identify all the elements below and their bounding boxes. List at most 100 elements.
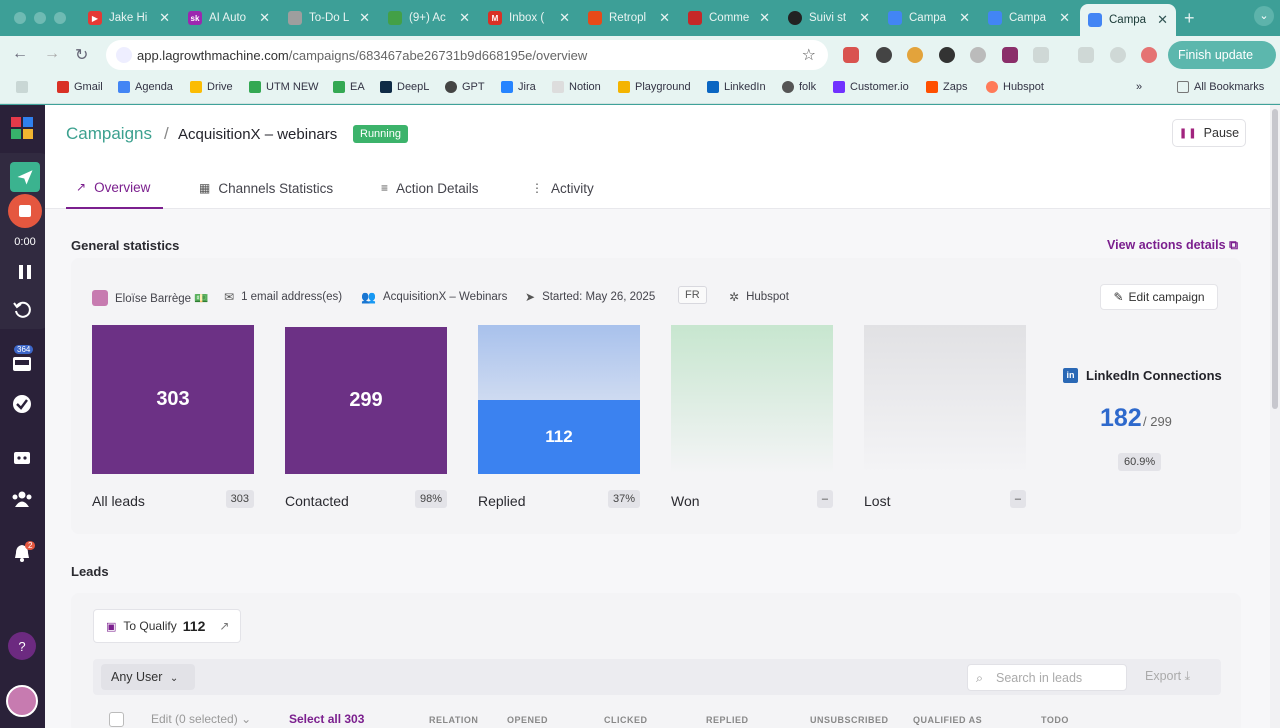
bot-icon[interactable] — [10, 445, 34, 469]
browser-tab[interactable]: To-Do L ✕ — [280, 6, 378, 30]
edit-campaign-button[interactable]: ✎ Edit campaign — [1100, 284, 1218, 310]
new-tab-icon[interactable]: + — [1184, 8, 1195, 29]
select-all-checkbox[interactable] — [109, 712, 124, 727]
stat-won[interactable]: Won – — [671, 325, 833, 509]
campaigns-send-icon[interactable] — [10, 162, 40, 192]
apps-grid-icon[interactable] — [16, 81, 33, 93]
browser-tab[interactable]: Retropl ✕ — [580, 6, 678, 30]
close-tab-icon[interactable]: ✕ — [1157, 12, 1168, 28]
bookmark-playground[interactable]: Playground — [618, 81, 691, 93]
restart-recording-icon[interactable] — [11, 298, 35, 322]
column-header-clicked[interactable]: CLICKED — [604, 715, 648, 725]
window-zoom-dot[interactable] — [54, 12, 66, 24]
tab-channels-statistics[interactable]: ▦ Channels Statistics — [199, 167, 333, 209]
search-leads-input[interactable]: ⌕ Search in leads — [967, 664, 1127, 691]
close-tab-icon[interactable]: ✕ — [959, 10, 970, 26]
browser-tab[interactable]: (9+) Ac ✕ — [380, 6, 478, 30]
edit-selected-dropdown[interactable]: Edit (0 selected) ⌄ — [151, 712, 251, 726]
breadcrumb-campaigns[interactable]: Campaigns — [66, 124, 152, 144]
stat-all-leads[interactable]: 303 All leads 303 — [92, 325, 254, 509]
user-filter-dropdown[interactable]: Any User ⌄ — [101, 664, 195, 690]
close-tab-icon[interactable]: ✕ — [459, 10, 470, 26]
browser-tab-active[interactable]: Campa ✕ — [1080, 4, 1176, 36]
extension-icon[interactable] — [939, 47, 955, 63]
browser-tab[interactable]: ▶ Jake Hi ✕ — [80, 6, 178, 30]
tasks-check-icon[interactable] — [10, 392, 34, 416]
browser-tab[interactable]: M Inbox ( ✕ — [480, 6, 578, 30]
browser-tab[interactable]: Suivi st ✕ — [780, 6, 878, 30]
campaign-owner[interactable]: Eloïse Barrège 💵 — [92, 290, 209, 306]
address-bar[interactable]: app.lagrowthmachine.com/campaigns/683467… — [106, 40, 828, 70]
stop-recording-button[interactable] — [8, 194, 42, 228]
lgm-logo-icon[interactable] — [10, 116, 34, 140]
tab-action-details[interactable]: ≡ Action Details — [381, 167, 479, 209]
bookmark-linkedin[interactable]: LinkedIn — [707, 81, 766, 93]
close-tab-icon[interactable]: ✕ — [259, 10, 270, 26]
help-button[interactable]: ? — [8, 632, 36, 660]
close-tab-icon[interactable]: ✕ — [159, 10, 170, 26]
stat-contacted[interactable]: 299 Contacted 98% — [285, 325, 447, 509]
bookmark-zaps[interactable]: Zaps — [926, 81, 967, 93]
browser-tab[interactable]: Campa ✕ — [880, 6, 978, 30]
bookmark-hubspot[interactable]: Hubspot — [986, 81, 1044, 93]
extensions-puzzle-icon[interactable] — [1033, 47, 1049, 63]
bookmark-folk[interactable]: folk — [782, 81, 816, 93]
to-qualify-filter[interactable]: ▣ To Qualify 112 ↗ — [93, 609, 241, 643]
finish-update-button[interactable]: Finish update — [1168, 41, 1276, 69]
bookmark-agenda[interactable]: Agenda — [118, 81, 173, 93]
bookmark-notion[interactable]: Notion — [552, 81, 601, 93]
all-bookmarks[interactable]: All Bookmarks — [1177, 81, 1264, 93]
tab-activity[interactable]: ⋮ Activity — [531, 167, 594, 209]
bookmark-ea[interactable]: EA — [333, 81, 365, 93]
user-avatar[interactable] — [6, 685, 38, 717]
stat-replied[interactable]: 112 Replied 37% — [478, 325, 640, 509]
extension-icon[interactable] — [1002, 47, 1018, 63]
tab-overview[interactable]: ↗ Overview — [66, 167, 163, 209]
close-tab-icon[interactable]: ✕ — [659, 10, 670, 26]
stat-lost[interactable]: Lost – — [864, 325, 1026, 509]
profile-icon[interactable] — [1141, 47, 1157, 63]
back-icon[interactable]: ← — [12, 45, 28, 63]
close-tab-icon[interactable]: ✕ — [359, 10, 370, 26]
close-tab-icon[interactable]: ✕ — [859, 10, 870, 26]
extension-icon[interactable] — [843, 47, 859, 63]
tab-search-icon[interactable]: ⌄ — [1254, 6, 1274, 26]
bookmark-customerio[interactable]: Customer.io — [833, 81, 909, 93]
extension-icon[interactable] — [907, 47, 923, 63]
scrollbar-thumb[interactable] — [1272, 109, 1278, 409]
download-icon[interactable] — [1078, 47, 1094, 63]
pause-button[interactable]: ❚❚ Pause — [1172, 119, 1246, 147]
column-header-relation[interactable]: RELATION — [429, 715, 478, 725]
close-tab-icon[interactable]: ✕ — [1059, 10, 1070, 26]
bookmark-drive[interactable]: Drive — [190, 81, 233, 93]
export-button[interactable]: Export ⤓ — [1145, 669, 1190, 684]
bookmark-star-icon[interactable]: ☆ — [802, 45, 816, 65]
view-actions-details-link[interactable]: View actions details ⧉ — [1107, 238, 1238, 253]
bookmark-gmail[interactable]: Gmail — [57, 81, 103, 93]
site-settings-icon[interactable] — [116, 47, 132, 63]
sync-icon[interactable] — [1110, 47, 1126, 63]
bookmark-utm[interactable]: UTM NEW — [249, 81, 319, 93]
column-header-todo[interactable]: TODO — [1041, 715, 1069, 725]
column-header-replied[interactable]: REPLIED — [706, 715, 749, 725]
audiences-people-icon[interactable] — [10, 487, 34, 511]
bookmark-deepl[interactable]: DeepL — [380, 81, 429, 93]
extension-icon[interactable] — [876, 47, 892, 63]
bookmark-jira[interactable]: Jira — [501, 81, 536, 93]
pause-recording-icon[interactable] — [13, 260, 37, 284]
browser-tab[interactable]: sk AI Auto ✕ — [180, 6, 278, 30]
column-header-opened[interactable]: OPENED — [507, 715, 548, 725]
window-minimize-dot[interactable] — [34, 12, 46, 24]
column-header-qualified-as[interactable]: QUALIFIED AS — [913, 715, 982, 725]
bookmarks-overflow-icon[interactable]: » — [1136, 81, 1142, 93]
bookmark-gpt[interactable]: GPT — [445, 81, 485, 93]
audience-name[interactable]: 👥 AcquisitionX – Webinars — [361, 290, 507, 304]
column-header-unsubscribed[interactable]: UNSUBSCRIBED — [810, 715, 889, 725]
reload-icon[interactable]: ↻ — [75, 45, 88, 65]
browser-tab[interactable]: Campa ✕ — [980, 6, 1078, 30]
page-scrollbar[interactable] — [1270, 105, 1280, 728]
select-all-link[interactable]: Select all 303 — [289, 712, 364, 726]
close-tab-icon[interactable]: ✕ — [759, 10, 770, 26]
browser-tab[interactable]: Comme ✕ — [680, 6, 778, 30]
window-close-dot[interactable] — [14, 12, 26, 24]
